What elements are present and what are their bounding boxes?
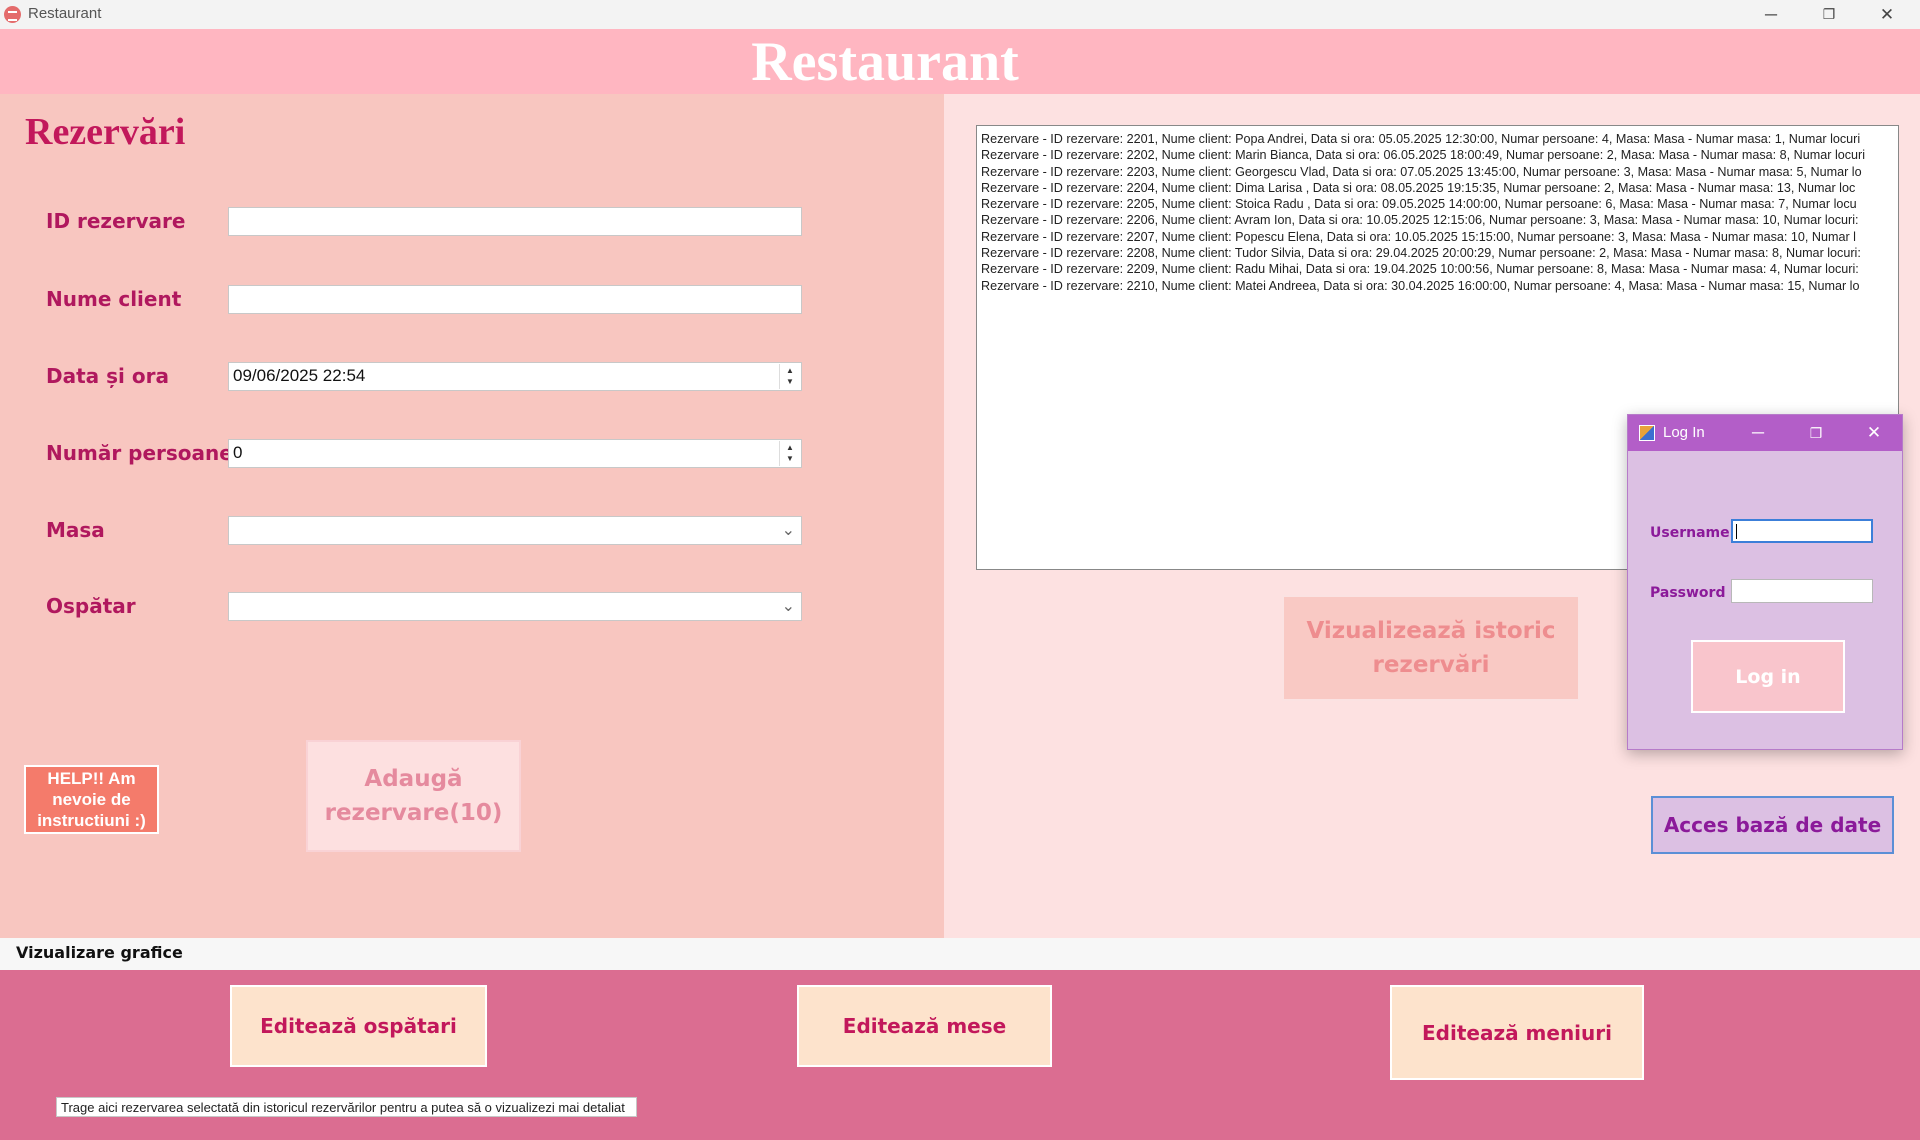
edit-tables-button[interactable]: Editează mese (797, 985, 1052, 1067)
username-label: Username (1650, 525, 1730, 541)
list-item[interactable]: Rezervare - ID rezervare: 2208, Nume cli… (981, 245, 1894, 261)
login-dialog: Log In ─ ❐ ✕ Username Password Log in (1627, 414, 1903, 750)
id-input[interactable] (228, 207, 802, 236)
spin-up-icon[interactable]: ▲ (786, 367, 794, 375)
table-select[interactable]: ⌄ (228, 516, 802, 545)
list-item[interactable]: Rezervare - ID rezervare: 2201, Nume cli… (981, 131, 1894, 147)
section-title: Rezervări (25, 111, 186, 153)
date-time-picker[interactable]: 09/06/2025 22:54 ▲ ▼ (228, 362, 802, 391)
database-access-button[interactable]: Acces bază de date (1651, 796, 1894, 854)
persons-label: Număr persoane (46, 441, 233, 465)
username-input[interactable] (1731, 519, 1873, 543)
app-icon (4, 6, 21, 23)
password-input[interactable] (1731, 579, 1873, 603)
spin-down-icon[interactable]: ▼ (786, 378, 794, 386)
maximize-icon[interactable]: ❐ (1800, 0, 1858, 29)
login-app-icon (1639, 425, 1655, 441)
date-spinner[interactable]: ▲ ▼ (779, 364, 800, 389)
add-reservation-button[interactable]: Adaugă rezervare(10) (306, 740, 521, 852)
close-icon[interactable]: ✕ (1858, 0, 1916, 29)
list-item[interactable]: Rezervare - ID rezervare: 2203, Nume cli… (981, 164, 1894, 180)
chevron-down-icon[interactable]: ⌄ (782, 520, 795, 540)
minimize-icon[interactable]: ─ (1742, 0, 1800, 29)
password-label: Password (1650, 585, 1726, 601)
window-titlebar (0, 0, 1920, 29)
text-cursor (1736, 524, 1737, 539)
waiter-label: Ospătar (46, 594, 136, 618)
persons-value: 0 (233, 443, 243, 462)
id-label: ID rezervare (46, 209, 186, 233)
list-item[interactable]: Rezervare - ID rezervare: 2207, Nume cli… (981, 229, 1894, 245)
chevron-down-icon[interactable]: ⌄ (782, 596, 795, 616)
list-item[interactable]: Rezervare - ID rezervare: 2209, Nume cli… (981, 261, 1894, 277)
date-time-value: 09/06/2025 22:54 (233, 366, 366, 385)
spin-up-icon[interactable]: ▲ (786, 444, 794, 452)
edit-waiters-button[interactable]: Editează ospătari (230, 985, 487, 1067)
spin-down-icon[interactable]: ▼ (786, 455, 794, 463)
list-item[interactable]: Rezervare - ID rezervare: 2210, Nume cli… (981, 278, 1894, 294)
list-item[interactable]: Rezervare - ID rezervare: 2202, Nume cli… (981, 147, 1894, 163)
maximize-icon[interactable]: ❐ (1787, 415, 1845, 451)
persons-spinner[interactable]: ▲ ▼ (779, 441, 800, 466)
list-item[interactable]: Rezervare - ID rezervare: 2206, Nume cli… (981, 212, 1894, 228)
graphs-tab[interactable]: Vizualizare grafice (16, 943, 183, 962)
edit-menus-button[interactable]: Editează meniuri (1390, 985, 1644, 1080)
table-label: Masa (46, 518, 105, 542)
client-name-input[interactable] (228, 285, 802, 314)
list-item[interactable]: Rezervare - ID rezervare: 2204, Nume cli… (981, 180, 1894, 196)
minimize-icon[interactable]: ─ (1729, 415, 1787, 451)
drop-zone-hint[interactable]: Trage aici rezervarea selectată din isto… (56, 1097, 637, 1117)
persons-stepper[interactable]: 0 ▲ ▼ (228, 439, 802, 468)
waiter-select[interactable]: ⌄ (228, 592, 802, 621)
help-button[interactable]: HELP!! Am nevoie de instructiuni :) (24, 765, 159, 834)
login-title: Log In (1663, 424, 1705, 441)
close-icon[interactable]: ✕ (1845, 415, 1903, 451)
app-header-title: Restaurant (751, 30, 1019, 93)
date-time-label: Data și ora (46, 364, 169, 388)
list-item[interactable]: Rezervare - ID rezervare: 2205, Nume cli… (981, 196, 1894, 212)
client-name-label: Nume client (46, 287, 182, 311)
login-button[interactable]: Log in (1691, 640, 1845, 713)
window-title: Restaurant (28, 5, 102, 22)
view-history-button[interactable]: Vizualizează istoric rezervări (1282, 595, 1580, 701)
graphs-tab-strip (0, 938, 1920, 970)
